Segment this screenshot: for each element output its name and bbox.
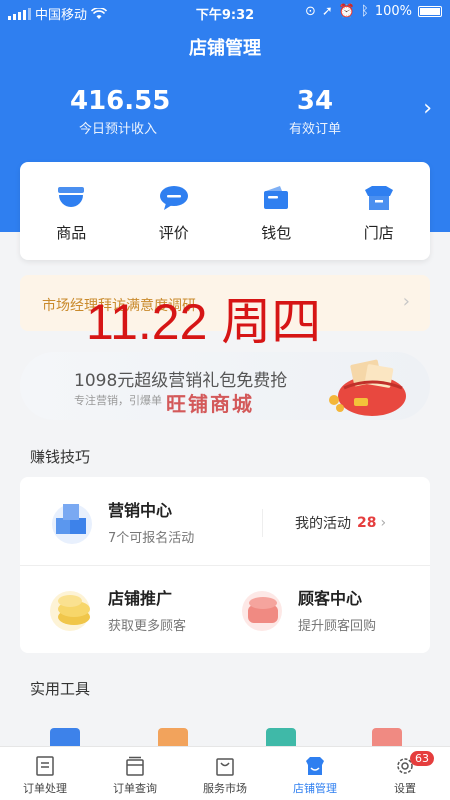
my-activity-count: 28 (357, 515, 377, 531)
tab-settings[interactable]: 设置 63 (360, 747, 450, 800)
bluetooth-icon: ᛒ (361, 4, 369, 19)
store-promotion-sub: 获取更多顾客 (108, 619, 187, 634)
section-title-earn-tips: 赚钱技巧 (30, 448, 91, 466)
income-stat[interactable]: 416.55 今日预计收入 (70, 86, 171, 137)
alarm-icon: ⏰ (338, 4, 356, 19)
income-value: 416.55 (70, 86, 171, 116)
my-activity-link[interactable]: 我的活动 28 › (262, 509, 386, 537)
coins-icon (50, 590, 90, 631)
marketing-center-sub: 7个可报名活动 (108, 531, 195, 546)
section-title-tools: 实用工具 (30, 680, 91, 698)
tab-label: 订单处理 (23, 782, 67, 795)
income-label: 今日预计收入 (78, 122, 157, 137)
cubes-icon (52, 503, 92, 544)
my-activity-label: 我的活动 (295, 516, 351, 532)
document-stack-icon (126, 756, 144, 776)
lock-rotation-icon: ⊙ (305, 4, 316, 19)
customer-center[interactable]: 顾客中心 提升顾客回购 (240, 585, 376, 634)
store-promotion[interactable]: 店铺推广 获取更多顾客 (50, 585, 186, 634)
page-title: 店铺管理 (189, 38, 261, 59)
tab-order-query[interactable]: 订单查询 (90, 747, 180, 800)
quick-actions: 商品 评价 钱包 门店 (20, 162, 430, 260)
marketing-center-text: 营销中心 7个可报名活动 (108, 497, 194, 546)
chevron-right-icon: › (402, 291, 410, 312)
customer-center-sub: 提升顾客回购 (298, 619, 377, 634)
store-promotion-text: 店铺推广 获取更多顾客 (108, 585, 186, 634)
orders-label: 有效订单 (288, 122, 341, 137)
tab-bar: 订单处理 订单查询 服务市场 店铺管理 设置 63 (0, 746, 450, 800)
orders-value: 34 (296, 86, 334, 116)
tool-icon-shirt[interactable] (50, 728, 80, 748)
earn-tips-card: 营销中心 7个可报名活动 我的活动 28 › 店铺推广 获取更多顾客 顾客中心 … (20, 477, 430, 653)
tab-order-processing[interactable]: 订单处理 (0, 747, 90, 800)
promo-subtitle: 专注营销，引爆单 (74, 394, 162, 407)
quick-action-label: 商品 (56, 224, 87, 242)
quick-action-reviews[interactable]: 评价 (123, 162, 226, 260)
battery-percent: 100% (374, 4, 412, 19)
tool-icon-bag[interactable] (372, 728, 402, 748)
bowl-icon (58, 187, 85, 207)
date-overlay-stamp: 11.22 周四 (86, 294, 322, 350)
clipboard-icon (36, 756, 54, 776)
quick-action-goods[interactable]: 商品 (20, 162, 123, 260)
tab-service-market[interactable]: 服务市场 (180, 747, 270, 800)
tab-label: 服务市场 (203, 782, 247, 795)
quick-action-label: 评价 (158, 224, 189, 242)
chevron-right-icon: › (380, 515, 387, 531)
customer-center-text: 顾客中心 提升顾客回购 (298, 585, 376, 634)
status-bar: 中国移动 下午9:32 ⊙ ➚ ⏰ ᛒ 100% (0, 0, 450, 24)
store-promotion-name: 店铺推广 (108, 589, 173, 608)
marketing-center[interactable]: 营销中心 7个可报名活动 (50, 497, 194, 546)
tab-store-management[interactable]: 店铺管理 (270, 747, 360, 800)
location-icon: ➚ (321, 4, 333, 19)
promo-banner[interactable]: 1098元超级营销礼包免费抢 专注营销，引爆单 旺铺商城 (20, 352, 430, 420)
chat-bubble-icon (159, 186, 188, 210)
divider (20, 565, 430, 566)
status-right: ⊙ ➚ ⏰ ᛒ 100% (305, 4, 442, 19)
orders-stat[interactable]: 34 有效订单 (275, 86, 355, 137)
chevron-right-icon[interactable]: › (423, 96, 432, 121)
tool-icon-check[interactable] (266, 728, 296, 748)
customer-icon (242, 590, 282, 631)
tab-label: 设置 (394, 782, 416, 795)
storefront-icon (364, 186, 393, 210)
marketing-center-name: 营销中心 (108, 501, 173, 520)
tool-icon-box[interactable] (158, 728, 188, 748)
settings-badge: 63 (410, 751, 434, 766)
battery-icon (418, 6, 442, 17)
quick-action-store[interactable]: 门店 (328, 162, 431, 260)
tab-label: 订单查询 (113, 782, 157, 795)
shopping-bag-icon (216, 758, 234, 776)
quick-action-label: 钱包 (261, 224, 292, 242)
store-icon (306, 757, 324, 775)
customer-center-name: 顾客中心 (298, 589, 363, 608)
wallet-icon (264, 186, 289, 209)
quick-action-label: 门店 (363, 224, 394, 242)
tab-label: 店铺管理 (293, 782, 337, 795)
quick-action-wallet[interactable]: 钱包 (225, 162, 328, 260)
watermark-logo: 旺铺商城 (166, 392, 254, 416)
gift-bag-icon (329, 359, 406, 416)
